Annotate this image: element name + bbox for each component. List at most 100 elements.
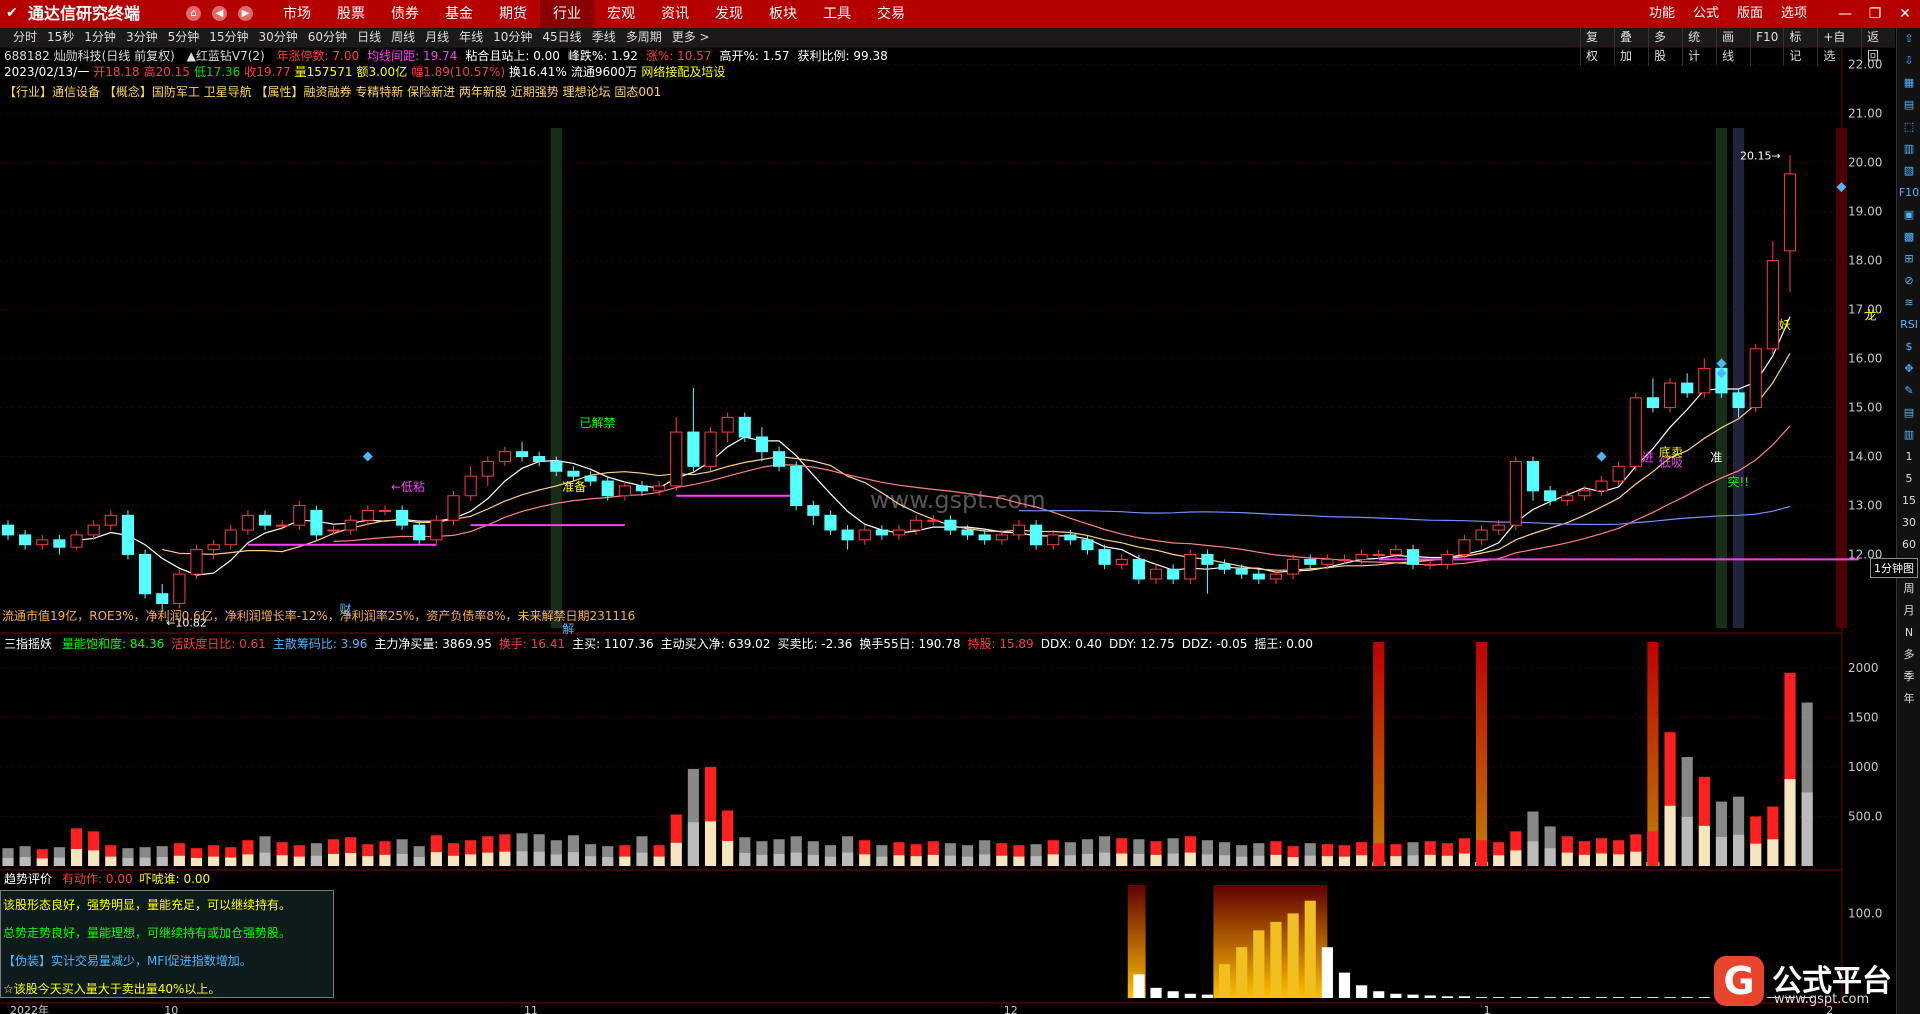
- trend-bar[interactable]: [1647, 997, 1659, 998]
- candle[interactable]: [824, 514, 837, 531]
- right-tool-17[interactable]: ▤: [1897, 402, 1920, 424]
- trend-bar[interactable]: [1407, 994, 1419, 998]
- candle[interactable]: [1047, 534, 1060, 546]
- candle[interactable]: [1595, 480, 1608, 492]
- candle[interactable]: [790, 465, 803, 507]
- candle[interactable]: [361, 509, 374, 521]
- candle[interactable]: [1115, 558, 1128, 565]
- trend-bar[interactable]: [1681, 997, 1693, 998]
- right-tool-25[interactable]: 周: [1897, 578, 1920, 600]
- candle[interactable]: [1235, 568, 1248, 575]
- candle[interactable]: [653, 485, 666, 492]
- candle[interactable]: [550, 460, 563, 472]
- candle[interactable]: [1749, 348, 1762, 409]
- trend-panel-title[interactable]: 趋势评价: [4, 872, 52, 886]
- candle[interactable]: [601, 480, 614, 497]
- candle[interactable]: [515, 451, 529, 458]
- trend-bar[interactable]: [1458, 996, 1471, 998]
- candle[interactable]: [1355, 554, 1368, 560]
- candle[interactable]: [1338, 558, 1351, 561]
- trend-bar[interactable]: [1390, 993, 1402, 998]
- trend-bar[interactable]: [1321, 947, 1333, 998]
- candle[interactable]: [241, 514, 254, 531]
- candle[interactable]: [1252, 573, 1265, 580]
- candle[interactable]: [1475, 529, 1488, 541]
- trend-bar[interactable]: [1493, 997, 1505, 998]
- candle[interactable]: [173, 573, 186, 605]
- right-menu-item-1[interactable]: 公式: [1684, 0, 1728, 28]
- menu-item-7[interactable]: 资讯: [648, 0, 702, 28]
- candle[interactable]: [618, 485, 631, 497]
- candle[interactable]: [687, 431, 700, 467]
- candle[interactable]: [224, 529, 237, 546]
- menu-item-6[interactable]: 宏观: [594, 0, 648, 28]
- candle[interactable]: [1287, 558, 1300, 575]
- candle[interactable]: [344, 519, 357, 531]
- candle[interactable]: [1544, 490, 1557, 502]
- back-icon[interactable]: ◀: [212, 6, 227, 21]
- right-tool-30[interactable]: 年: [1897, 688, 1920, 710]
- candle[interactable]: [1201, 554, 1214, 565]
- candle[interactable]: [1681, 382, 1694, 394]
- candle[interactable]: [87, 524, 100, 536]
- candle[interactable]: [1064, 534, 1077, 541]
- candle[interactable]: [1646, 397, 1659, 409]
- right-tool-0[interactable]: ⇧: [1897, 28, 1920, 50]
- right-tool-21[interactable]: 15: [1897, 490, 1920, 512]
- candle[interactable]: [1321, 558, 1334, 565]
- candle[interactable]: [995, 534, 1008, 541]
- trend-bar[interactable]: [1527, 997, 1539, 998]
- right-tool-9[interactable]: ▩: [1897, 226, 1920, 248]
- right-tool-14[interactable]: $: [1897, 336, 1920, 358]
- candle[interactable]: [104, 514, 117, 526]
- candle[interactable]: [772, 451, 786, 467]
- candle[interactable]: [567, 470, 580, 477]
- right-tool-2[interactable]: ▦: [1897, 72, 1920, 94]
- candle[interactable]: [755, 436, 768, 453]
- right-menu-item-0[interactable]: 功能: [1640, 0, 1684, 28]
- candle[interactable]: [944, 519, 957, 531]
- candle[interactable]: [413, 524, 426, 541]
- candle[interactable]: [464, 475, 477, 497]
- candle[interactable]: [258, 514, 272, 526]
- candle[interactable]: [53, 539, 66, 548]
- candle[interactable]: [1732, 392, 1745, 409]
- trend-bar[interactable]: [1133, 974, 1145, 998]
- right-tool-18[interactable]: ▥: [1897, 424, 1920, 446]
- menu-item-8[interactable]: 发现: [702, 0, 756, 28]
- trend-bar[interactable]: [1613, 997, 1625, 998]
- candle[interactable]: [327, 529, 340, 532]
- trend-bar[interactable]: [1424, 995, 1436, 998]
- right-tool-27[interactable]: N: [1897, 622, 1920, 644]
- candle[interactable]: [190, 549, 203, 575]
- candle[interactable]: [293, 505, 306, 526]
- candle[interactable]: [875, 529, 888, 536]
- menu-item-0[interactable]: 市场: [270, 0, 324, 28]
- trend-bar[interactable]: [1441, 996, 1453, 998]
- candle[interactable]: [841, 529, 854, 541]
- candle[interactable]: [1698, 367, 1711, 394]
- right-tool-16[interactable]: ✎: [1897, 380, 1920, 402]
- forward-icon[interactable]: ▶: [238, 6, 253, 21]
- candle[interactable]: [1081, 539, 1094, 551]
- candle[interactable]: [1766, 260, 1779, 350]
- candle[interactable]: [1167, 568, 1180, 580]
- candle[interactable]: [1030, 524, 1043, 546]
- minimize-button[interactable]: —: [1830, 0, 1860, 28]
- candle[interactable]: [481, 460, 494, 477]
- candle[interactable]: [1, 524, 15, 536]
- right-tool-5[interactable]: ▥: [1897, 138, 1920, 160]
- right-menu-item-2[interactable]: 版面: [1728, 0, 1772, 28]
- candle[interactable]: [310, 509, 323, 536]
- trend-bar[interactable]: [1664, 997, 1676, 998]
- right-tool-28[interactable]: 多: [1897, 644, 1920, 666]
- candle[interactable]: [584, 475, 597, 482]
- trend-bar[interactable]: [1544, 997, 1556, 998]
- menu-item-3[interactable]: 基金: [432, 0, 486, 28]
- trend-bar[interactable]: [1150, 987, 1162, 998]
- trend-bar[interactable]: [1304, 900, 1316, 998]
- volume-bar[interactable]: [1647, 831, 1659, 866]
- trend-bar[interactable]: [1510, 997, 1522, 998]
- candle[interactable]: [396, 509, 409, 526]
- candle[interactable]: [927, 519, 940, 522]
